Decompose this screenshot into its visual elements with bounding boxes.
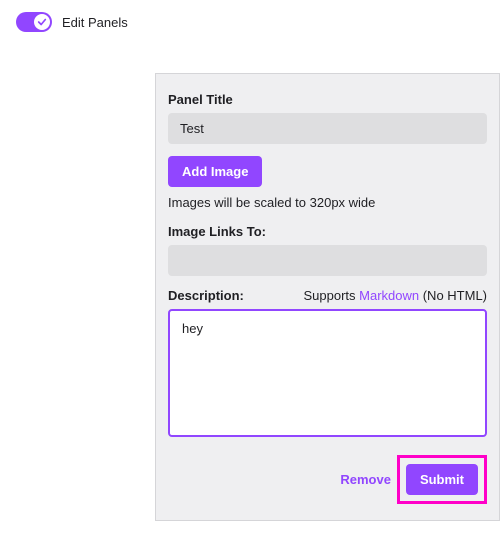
edit-panels-toggle[interactable]: [16, 12, 52, 32]
image-links-to-input[interactable]: [168, 245, 487, 276]
edit-panels-label: Edit Panels: [62, 15, 128, 30]
description-textarea[interactable]: [168, 309, 487, 437]
panel-title-input[interactable]: [168, 113, 487, 144]
submit-button[interactable]: Submit: [406, 464, 478, 495]
add-image-button[interactable]: Add Image: [168, 156, 262, 187]
image-links-to-label: Image Links To:: [168, 224, 487, 239]
markdown-link[interactable]: Markdown: [359, 288, 419, 303]
remove-button[interactable]: Remove: [340, 472, 391, 487]
panel-editor: Panel Title Add Image Images will be sca…: [155, 73, 500, 521]
check-icon: [37, 17, 47, 27]
submit-highlight: Submit: [397, 455, 487, 504]
supports-prefix: Supports: [303, 288, 359, 303]
panel-title-label: Panel Title: [168, 92, 487, 107]
toggle-knob: [34, 14, 50, 30]
markdown-support-note: Supports Markdown (No HTML): [303, 288, 487, 303]
supports-suffix: (No HTML): [419, 288, 487, 303]
description-label: Description:: [168, 288, 244, 303]
image-scale-hint: Images will be scaled to 320px wide: [168, 195, 487, 210]
